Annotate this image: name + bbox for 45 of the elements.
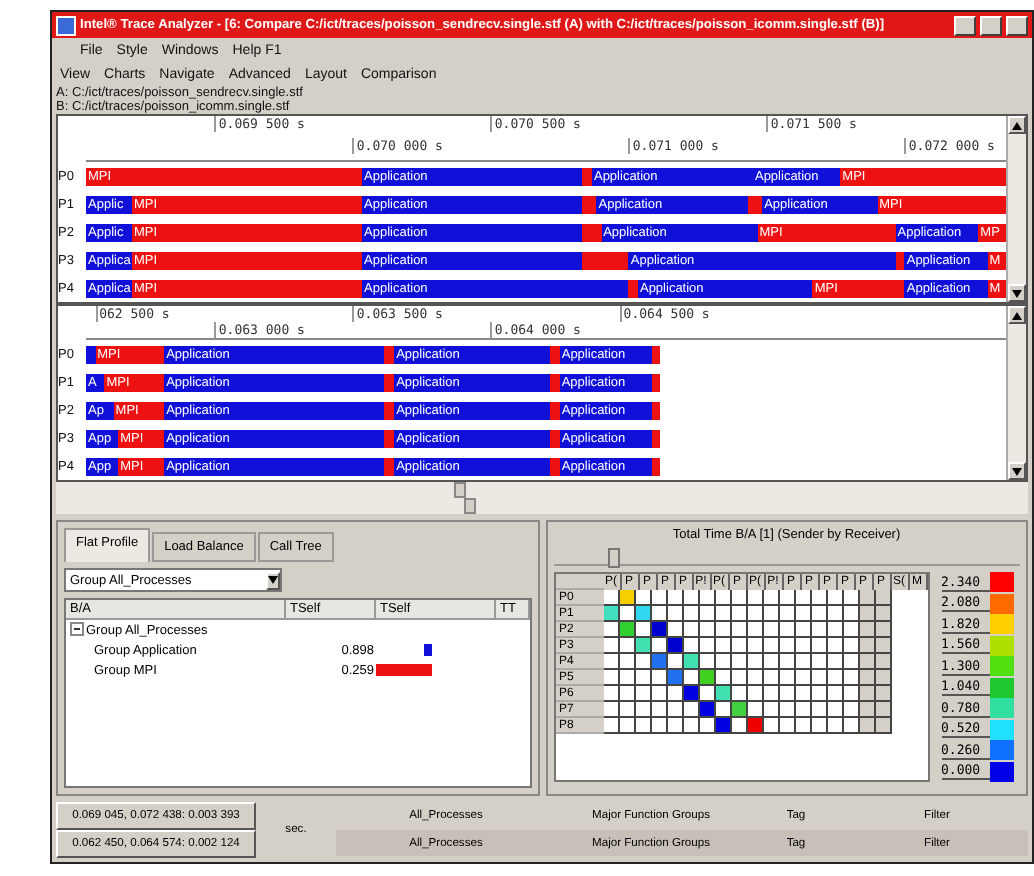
scroll-down-button[interactable] xyxy=(1008,462,1026,480)
up-arrow-icon xyxy=(1012,121,1022,129)
minimize-button[interactable] xyxy=(954,15,976,35)
mpi-segment xyxy=(384,345,395,363)
horizontal-scrollbar[interactable] xyxy=(56,498,1028,514)
mpi-segment xyxy=(550,345,560,363)
slider-thumb[interactable] xyxy=(607,548,620,568)
mpi-segment xyxy=(582,195,597,213)
dropdown-button[interactable] xyxy=(266,571,280,589)
application-segment xyxy=(86,345,96,363)
mpi-segment xyxy=(651,457,661,475)
mpi-segment xyxy=(582,251,602,269)
mpi-segment xyxy=(628,279,638,297)
mpi-segment xyxy=(651,373,661,391)
mpi-segment xyxy=(651,345,661,363)
scroll-up-button[interactable] xyxy=(1008,116,1026,134)
mpi-segment xyxy=(582,223,602,241)
down-arrow-icon xyxy=(1012,467,1022,475)
scroll-down-button[interactable] xyxy=(1008,284,1026,302)
mpi-segment xyxy=(651,401,661,419)
mpi-segment xyxy=(550,457,560,475)
maximize-button[interactable] xyxy=(980,15,1002,35)
mpi-segment xyxy=(550,429,560,447)
mpi-segment xyxy=(601,251,629,269)
mpi-segment xyxy=(384,457,395,475)
mpi-segment xyxy=(651,429,661,447)
mpi-segment xyxy=(582,167,592,185)
mpi-segment xyxy=(550,373,560,391)
app-icon xyxy=(56,15,76,35)
up-arrow-icon xyxy=(1012,311,1022,319)
time-bar xyxy=(376,664,432,676)
mpi-segment xyxy=(748,195,763,213)
horizontal-scrollbar[interactable] xyxy=(56,482,1028,498)
down-arrow-icon xyxy=(1012,289,1022,297)
mpi-segment xyxy=(384,401,395,419)
mpi-segment xyxy=(895,251,905,269)
corner-header xyxy=(555,574,603,590)
mpi-segment xyxy=(384,373,395,391)
collapse-icon[interactable] xyxy=(70,622,84,636)
mpi-segment xyxy=(384,429,395,447)
scroll-up-button[interactable] xyxy=(1008,306,1026,324)
mpi-segment xyxy=(550,401,560,419)
down-arrow-icon xyxy=(268,576,278,584)
time-bar xyxy=(424,644,432,656)
close-button[interactable] xyxy=(1006,15,1028,35)
